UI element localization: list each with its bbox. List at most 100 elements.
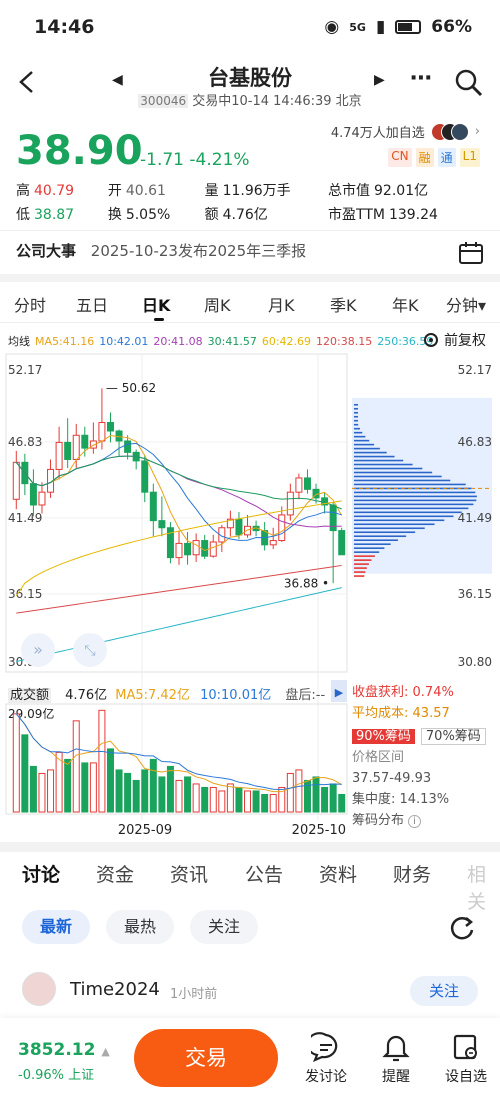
tab-kline-4[interactable]: 月K [268, 292, 295, 316]
tab-news-6[interactable]: 相关 [467, 860, 500, 914]
refresh-icon[interactable] [448, 914, 476, 942]
tab-kline-3[interactable]: 周K [204, 292, 231, 316]
low-label: 36.88 • [284, 577, 329, 591]
price-change: -1.71 -4.21% [140, 150, 250, 170]
company-event[interactable]: 公司大事 2025-10-23发布2025年三季报 [16, 240, 306, 261]
chip-bar [354, 419, 358, 422]
follow-button[interactable]: 关注 [410, 976, 478, 1006]
stat-label: 总市值 [328, 183, 371, 199]
info-icon[interactable]: i [408, 815, 421, 828]
battery-icon [395, 20, 422, 34]
volume-bar [226, 783, 234, 813]
y-tick-right: 52.17 [458, 363, 492, 377]
stat-label: 开 [107, 183, 122, 199]
chip-bar [354, 431, 363, 434]
stat-cell: 市盈TTM 139.24 [328, 204, 486, 228]
index-name: 上证 [68, 1068, 95, 1083]
stock-sub: 300046 交易中10-14 14:46:39 北京 [0, 90, 500, 109]
tab-news-5[interactable]: 财务 [393, 860, 431, 887]
stat-cell: 额 4.76亿 [205, 204, 328, 228]
setwatch-button[interactable]: 设自选 [436, 1032, 496, 1086]
tab-news-3[interactable]: 公告 [245, 860, 283, 887]
trade-button[interactable]: 交易 [134, 1029, 278, 1087]
volume-bar [29, 765, 37, 813]
index-value[interactable]: 3852.12 ▲ [18, 1040, 110, 1060]
tab-kline-5[interactable]: 季K [330, 292, 357, 316]
calendar-icon[interactable] [458, 240, 484, 266]
candle-body [149, 491, 157, 522]
volume-bar [81, 762, 89, 813]
chip-bar [354, 423, 359, 426]
tab-kline-0[interactable]: 分时 [14, 292, 46, 316]
volume-bar [12, 713, 20, 813]
tab-news-0[interactable]: 讨论 [22, 860, 60, 887]
stat-cell: 换 5.05% [108, 204, 205, 228]
fullscreen-glyph: ⤡ [84, 643, 95, 659]
chip-bar [354, 451, 387, 454]
volume-bar [158, 776, 166, 813]
candle-body [201, 540, 209, 557]
stock-tag: 通 [437, 148, 456, 167]
index-price: 3852.12 [18, 1040, 96, 1060]
stock-tags: CN 融通 L1 [388, 148, 480, 167]
filter-pill-1[interactable]: 最热 [106, 910, 174, 944]
volume-bar [106, 748, 114, 813]
tab-kline-6[interactable]: 年K [392, 292, 419, 316]
tab-kline-7[interactable]: 分钟▾ [446, 292, 486, 316]
candle-body [175, 542, 183, 559]
discuss-button[interactable]: 发讨论 [296, 1032, 356, 1086]
chip-bar [354, 491, 476, 494]
stat-label: 换 [107, 207, 122, 223]
tab-news-2[interactable]: 资讯 [170, 860, 208, 887]
chip-bar [354, 411, 358, 414]
tab-kline-2[interactable]: 日K [142, 292, 170, 321]
tab-news-4[interactable]: 资料 [319, 860, 357, 887]
chip-bar [354, 499, 477, 502]
y-tick-left: 41.49 [8, 511, 42, 525]
avatar[interactable] [22, 972, 56, 1006]
volume-bar [244, 790, 252, 813]
followers[interactable]: 4.74万人加自选 › [331, 122, 480, 141]
chip-bar [354, 543, 391, 545]
follower-avatars [430, 122, 469, 141]
status-bar: 14:46 ◉ 5G ▮ 66% [0, 0, 500, 58]
next-stock-icon[interactable]: ▶ [374, 72, 385, 88]
search-icon[interactable] [454, 68, 484, 98]
filter-pill-0[interactable]: 最新 [22, 910, 90, 944]
chip-bar [354, 531, 416, 534]
chip-tab-90[interactable]: 90%筹码 [352, 729, 415, 744]
chip-bar [354, 523, 435, 526]
tab-news-1[interactable]: 资金 [96, 860, 134, 887]
chip-bar [354, 435, 366, 438]
chip-tab-70[interactable]: 70%筹码 [420, 728, 486, 745]
chip-bar [354, 575, 365, 577]
post-username[interactable]: Time2024 [70, 979, 160, 1000]
news-tabs: 讨论 资金 资讯 公告 资料 财务 相关 [0, 860, 500, 913]
fuquan-toggle[interactable]: 前复权 [422, 330, 486, 350]
volume-ma5: MA5:7.42亿 [115, 688, 190, 703]
candle-body [81, 434, 89, 449]
status-time: 14:46 [34, 16, 95, 38]
chip-bar [354, 407, 358, 410]
x-tick-label: 2025-10 [292, 823, 346, 838]
concentration: 集中度: 14.13% [352, 792, 450, 807]
candle-body [269, 540, 277, 546]
volume-bar [55, 751, 63, 813]
followers-count: 4.74万人加自选 [330, 126, 425, 141]
header-nav: ◀ 台基股份 300046 交易中10-14 14:46:39 北京 ▶ ⋯ [0, 58, 500, 112]
divider [0, 322, 500, 323]
kline-tabs: 分时 五日 日K 周K 月K 季K 年K 分钟▾ [0, 292, 500, 321]
volume-label[interactable]: 成交额 [8, 688, 52, 703]
volume-bar [132, 779, 140, 813]
chevron-right-icon: › [474, 124, 480, 139]
volume-bar [209, 786, 217, 813]
stat-value: 40.61 [125, 183, 166, 199]
chip-bar [354, 403, 358, 406]
remind-button[interactable]: 提醒 [366, 1032, 426, 1086]
divider [0, 230, 500, 231]
volume-bar [295, 769, 303, 813]
filter-pill-2[interactable]: 关注 [190, 910, 258, 944]
tab-kline-1[interactable]: 五日 [76, 292, 108, 316]
volume-bar [166, 765, 174, 813]
more-icon[interactable]: ⋯ [410, 66, 432, 91]
